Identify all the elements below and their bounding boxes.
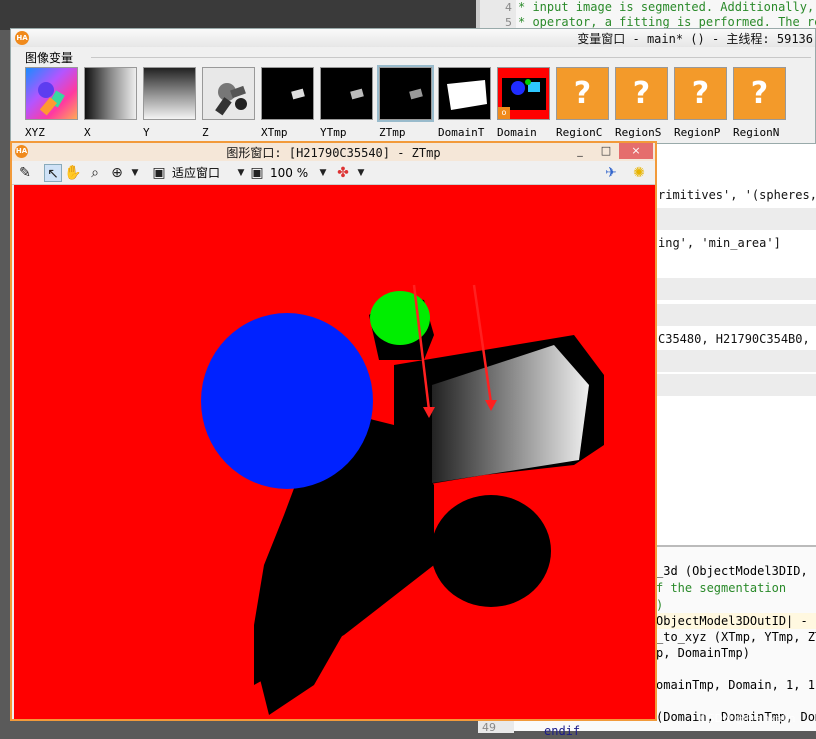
graphics-window-title: 图形窗口: [H21790C35540] - ZTmp	[226, 146, 441, 160]
unknown-region-icon: ?	[733, 67, 786, 120]
thumb-xyz[interactable]: XYZ	[25, 67, 78, 139]
group-divider	[91, 57, 811, 58]
thumb-label: Domain	[497, 126, 537, 139]
code-line: * input image is segmented. Additionally…	[518, 0, 815, 14]
y-thumbnail-image	[143, 67, 196, 120]
chevron-down-icon[interactable]: ▼	[352, 164, 370, 182]
code-line	[656, 350, 816, 372]
code-line: _3d (ObjectModel3DID,	[656, 564, 808, 578]
line-number: 49	[482, 721, 496, 734]
code-keyword-endif: endif	[544, 724, 581, 738]
thumb-label: RegionC	[556, 126, 603, 139]
zoom-in-icon[interactable]: ⊕	[108, 164, 126, 182]
dark-background	[0, 0, 480, 30]
thumb-label: X	[84, 126, 91, 139]
thumb-regionp[interactable]: ? RegionP	[674, 67, 727, 139]
thumb-z[interactable]: Z	[202, 67, 255, 139]
black-blob	[431, 495, 551, 607]
thumb-regionc[interactable]: ? RegionC	[556, 67, 609, 139]
blue-sphere	[201, 313, 373, 489]
code-line: rimitives', '(spheres,	[658, 188, 816, 202]
thumb-domain[interactable]: o Domain	[497, 67, 550, 139]
thumb-label: XYZ	[25, 126, 45, 139]
domain-thumbnail-image: o	[497, 67, 550, 120]
thumb-label: RegionN	[733, 126, 780, 139]
thumb-label: DomainT	[438, 126, 485, 139]
unknown-region-icon: ?	[556, 67, 609, 120]
color-picker-icon[interactable]: ✤	[334, 164, 352, 182]
thumb-regions[interactable]: ? RegionS	[615, 67, 668, 139]
thumb-label: XTmp	[261, 126, 288, 139]
fit-window-label[interactable]: 适应窗口	[172, 164, 220, 182]
region-badge-icon: o	[498, 107, 510, 119]
ytmp-thumbnail-image	[320, 67, 373, 120]
thumb-label: ZTmp	[379, 126, 406, 139]
thumb-ztmp[interactable]: ZTmp	[377, 65, 434, 139]
code-line	[656, 278, 816, 300]
code-line: omainTmp, Domain, 1, 1)	[656, 678, 816, 692]
thumb-label: RegionS	[615, 126, 662, 139]
hand-pan-icon[interactable]: ✋	[64, 164, 82, 182]
thumb-xtmp[interactable]: XTmp	[261, 67, 314, 139]
thumb-y[interactable]: Y	[143, 67, 196, 139]
thumb-label: RegionP	[674, 126, 721, 139]
variable-window-titlebar[interactable]: HA 变量窗口 - main* () - 主线程: 59136	[11, 29, 815, 47]
x-thumbnail-image	[84, 67, 137, 120]
code-comment-line: )	[656, 598, 664, 612]
unknown-region-icon: ?	[674, 67, 727, 120]
variable-window: HA 变量窗口 - main* () - 主线程: 59136 图像变量 XYZ…	[10, 28, 816, 144]
zoom-level-select[interactable]: 100 %	[270, 164, 308, 182]
variable-window-title: 变量窗口 - main* () - 主线程: 59136	[577, 32, 813, 46]
watermark-text: CSDN @Frankalin	[700, 712, 796, 725]
code-line: p, DomainTmp)	[656, 646, 750, 660]
thumb-label: Z	[202, 126, 209, 139]
minimize-button[interactable]: _	[567, 143, 593, 159]
xyz-thumbnail-image	[25, 67, 78, 120]
ztmp-thumbnail-image	[377, 65, 434, 122]
domaintmp-thumbnail-image	[438, 67, 491, 120]
code-line: C35480, H21790C354B0, H	[658, 332, 816, 346]
pin-icon[interactable]: ✈	[602, 164, 620, 182]
black-segment	[254, 505, 354, 715]
xtmp-thumbnail-image	[261, 67, 314, 120]
thumb-ytmp[interactable]: YTmp	[320, 67, 373, 139]
maximize-button[interactable]: □	[593, 143, 619, 159]
thumb-label: YTmp	[320, 126, 347, 139]
graphics-toolbar: ✎ ↖ ✋ ⌕ ⊕ ▼ ▣ 适应窗口 ▼ ▣ 100 % ▼ ✤ ▼ ✈ ✺	[12, 161, 655, 185]
code-comment-line: f the segmentation	[656, 581, 787, 595]
fit-window-icon[interactable]: ▣	[150, 164, 168, 182]
chevron-down-icon[interactable]: ▼	[126, 164, 144, 182]
pointer-icon[interactable]: ↖	[44, 164, 62, 182]
thumb-x[interactable]: X	[84, 67, 137, 139]
code-line: ing', 'min_area']	[658, 236, 781, 250]
zoom-level-icon[interactable]: ▣	[248, 164, 266, 182]
close-button[interactable]: ×	[619, 143, 653, 159]
image-canvas[interactable]	[14, 185, 655, 719]
line-number: 4	[505, 1, 512, 14]
code-line	[656, 304, 816, 326]
graphics-window: HA 图形窗口: [H21790C35540] - ZTmp _ □ × ✎ ↖…	[10, 141, 657, 721]
chevron-down-icon[interactable]: ▼	[314, 164, 332, 182]
lightbulb-icon[interactable]: ✺	[630, 164, 648, 182]
magnifier-icon[interactable]: ⌕	[86, 164, 104, 182]
halcon-app-icon: HA	[15, 31, 29, 45]
code-line	[656, 208, 816, 230]
image-variables-group-label: 图像变量	[23, 49, 76, 66]
thumb-domaintmp[interactable]: DomainT	[438, 67, 491, 139]
z-thumbnail-image	[202, 67, 255, 120]
thumb-regionn[interactable]: ? RegionN	[733, 67, 786, 139]
image-variable-list: XYZ X Y Z XTmp YTmp ZTmp DomainT o Domai…	[25, 65, 786, 139]
code-line: ObjectModel3DOutID| - 1	[656, 613, 816, 629]
code-line: _to_xyz (XTmp, YTmp, ZT	[656, 630, 816, 644]
code-line	[656, 374, 816, 396]
unknown-region-icon: ?	[615, 67, 668, 120]
thumb-label: Y	[143, 126, 150, 139]
edit-icon[interactable]: ✎	[16, 164, 34, 182]
graphics-window-titlebar[interactable]: HA 图形窗口: [H21790C35540] - ZTmp _ □ ×	[12, 143, 655, 161]
